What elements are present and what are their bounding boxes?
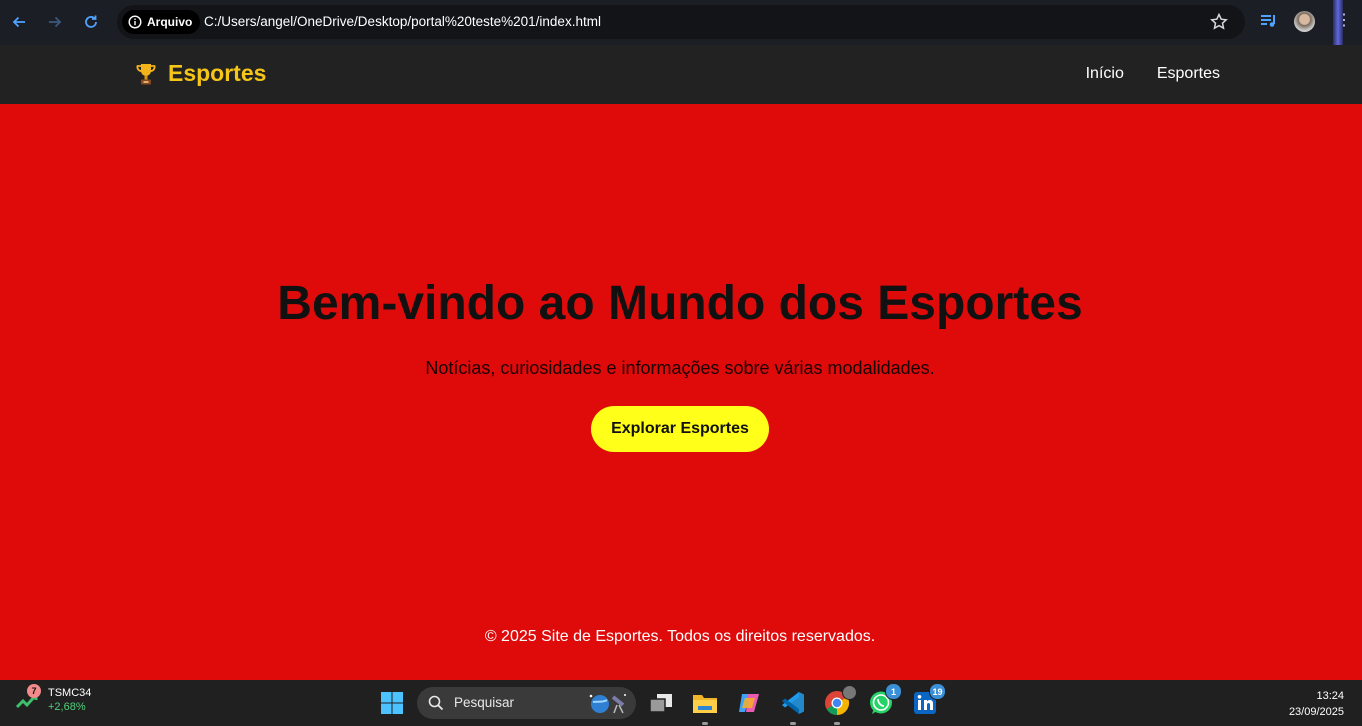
profile-overlay-icon [842, 685, 857, 700]
stock-trend-icon: 7 [14, 684, 41, 712]
nav-esportes[interactable]: Esportes [1157, 65, 1220, 83]
running-indicator [702, 722, 708, 725]
copilot-app[interactable] [735, 689, 763, 717]
footer-text: © 2025 Site de Esportes. Todos os direit… [484, 628, 876, 645]
back-button[interactable] [8, 11, 30, 33]
vscode-icon [782, 692, 804, 714]
browser-toolbar: Arquivo C:/Users/angel/OneDrive/Desktop/… [0, 0, 1362, 45]
security-chip-label: Arquivo [147, 15, 193, 29]
running-indicator [790, 722, 796, 725]
hero-title: Bem-vindo ao Mundo dos Esportes [277, 277, 1083, 330]
folder-icon [693, 695, 717, 713]
hero-section: Bem-vindo ao Mundo dos Esportes Notícias… [0, 104, 1362, 680]
bookmark-star-icon[interactable] [1209, 12, 1229, 32]
reload-icon [85, 15, 97, 28]
task-view-icon [649, 694, 672, 713]
explore-sports-button[interactable]: Explorar Esportes [591, 406, 769, 452]
forward-button[interactable] [44, 11, 66, 33]
media-controls-icon[interactable] [1259, 12, 1279, 30]
menu-dots-icon[interactable]: ⋮ [1336, 13, 1352, 29]
profile-avatar[interactable] [1294, 11, 1315, 32]
site-header: Esportes Início Esportes [0, 45, 1362, 104]
reload-button[interactable] [80, 11, 102, 33]
whatsapp-badge: 1 [885, 683, 902, 700]
taskbar-search[interactable]: Pesquisar [417, 687, 636, 719]
linkedin-badge: 19 [929, 683, 946, 700]
start-button[interactable] [378, 689, 406, 717]
running-indicator [834, 722, 840, 725]
arrow-right-icon [49, 16, 62, 28]
ticker-change: +2,68% [48, 701, 86, 713]
brand-title: Esportes [168, 60, 267, 86]
vscode-app[interactable] [779, 689, 807, 725]
search-placeholder: Pesquisar [454, 695, 515, 710]
clock-date: 23/09/2025 [1288, 706, 1344, 718]
brand[interactable]: Esportes [135, 60, 266, 87]
copilot-icon [739, 694, 759, 712]
address-bar[interactable]: Arquivo C:/Users/angel/OneDrive/Desktop/… [117, 5, 1245, 39]
nav-inicio[interactable]: Início [1086, 65, 1124, 83]
clock-time: 13:24 [1316, 690, 1344, 702]
chrome-app[interactable] [823, 685, 857, 725]
whatsapp-app[interactable]: 1 [867, 683, 902, 717]
info-icon [128, 15, 142, 29]
widget-badge: 7 [27, 684, 41, 698]
url-text[interactable]: C:/Users/angel/OneDrive/Desktop/portal%2… [204, 14, 601, 29]
system-clock[interactable]: 13:24 23/09/2025 [1289, 688, 1344, 720]
main-nav: Início Esportes [1086, 65, 1220, 83]
linkedin-app[interactable]: 19 [911, 683, 946, 717]
task-view-button[interactable] [647, 689, 675, 717]
hero-subtitle: Notícias, curiosidades e informações sob… [425, 358, 935, 378]
taskbar: 7 TSMC34 +2,68% Pesquisar 1 19 13:24 23/… [0, 680, 1362, 726]
site-info-chip[interactable]: Arquivo [122, 10, 201, 34]
search-icon [428, 695, 444, 711]
stock-widget[interactable]: 7 TSMC34 +2,68% [14, 684, 92, 714]
search-highlight-icon [589, 694, 626, 714]
ticker-name: TSMC34 [48, 687, 92, 699]
arrow-left-icon [12, 16, 25, 28]
file-explorer-app[interactable] [691, 689, 719, 725]
trophy-icon [136, 63, 156, 84]
windows-logo-icon [381, 692, 403, 714]
